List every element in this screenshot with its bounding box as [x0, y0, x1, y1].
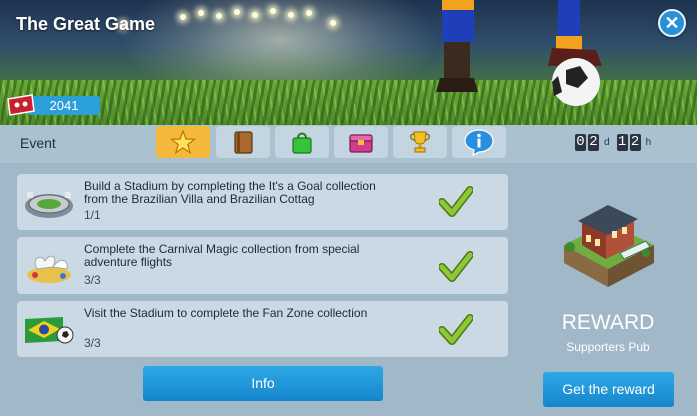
tab-book[interactable]	[216, 126, 270, 158]
star-icon	[170, 129, 196, 155]
quest-task: Build a Stadium by completing the It's a…	[17, 174, 508, 230]
reward-name: Supporters Pub	[566, 340, 650, 354]
close-button[interactable]: ✕	[658, 9, 686, 37]
checkmark-icon	[439, 186, 473, 217]
timer-hours-digit: 2	[629, 134, 641, 151]
timer-hours-digit: 1	[616, 134, 628, 151]
quest-progress: 3/3	[84, 273, 101, 287]
quest-task: Complete the Carnival Magic collection f…	[17, 237, 508, 294]
tab-trophy[interactable]	[393, 126, 447, 158]
ticket-icon	[7, 94, 35, 116]
chest-icon	[349, 134, 373, 153]
brazil-flag-ball-icon	[25, 317, 74, 344]
stadium-icon	[25, 192, 73, 218]
shopping-bag-icon	[292, 132, 312, 154]
quest-progress: 3/3	[84, 336, 101, 350]
book-icon	[234, 131, 253, 154]
ticket-count: 2041	[28, 96, 100, 115]
get-reward-button[interactable]: Get the reward	[543, 372, 674, 407]
timer-days-digit: 0	[575, 134, 586, 151]
trophy-icon	[410, 131, 430, 153]
ticket-counter: 2041	[6, 94, 100, 116]
timer-days-unit: d	[604, 137, 610, 148]
reward-title: REWARD	[561, 311, 655, 334]
quest-description: Build a Stadium by completing the It's a…	[84, 179, 376, 206]
info-button[interactable]: Info	[143, 366, 383, 401]
supporters-pub-building-icon	[564, 205, 654, 287]
checkmark-icon	[439, 314, 473, 345]
window-title: The Great Game	[16, 14, 156, 34]
checkmark-icon	[439, 251, 473, 282]
timer-hours-unit: h	[645, 137, 652, 148]
info-icon	[464, 129, 494, 156]
quest-panel: Build a Stadium by completing the It's a…	[0, 163, 697, 416]
quest-description: Visit the Stadium to complete the Fan Zo…	[84, 306, 368, 320]
event-timer: 0 2 d 1 2 h	[575, 134, 656, 151]
event-label: Event	[20, 135, 56, 151]
quest-progress: 1/1	[84, 208, 101, 222]
timer-days-digit: 2	[588, 134, 599, 151]
tab-shop[interactable]	[275, 126, 329, 158]
football-player-illustration	[436, 0, 602, 106]
tab-chest[interactable]	[334, 126, 388, 158]
quest-task: Visit the Stadium to complete the Fan Zo…	[17, 301, 508, 357]
event-tab-bar: Event 0 2 d 1 2 h	[0, 125, 697, 163]
quest-description: Complete the Carnival Magic collection f…	[84, 242, 360, 269]
close-icon: ✕	[664, 12, 680, 33]
carnival-doves-icon	[27, 255, 71, 283]
tab-info[interactable]	[452, 126, 506, 158]
tab-star[interactable]	[156, 126, 210, 158]
